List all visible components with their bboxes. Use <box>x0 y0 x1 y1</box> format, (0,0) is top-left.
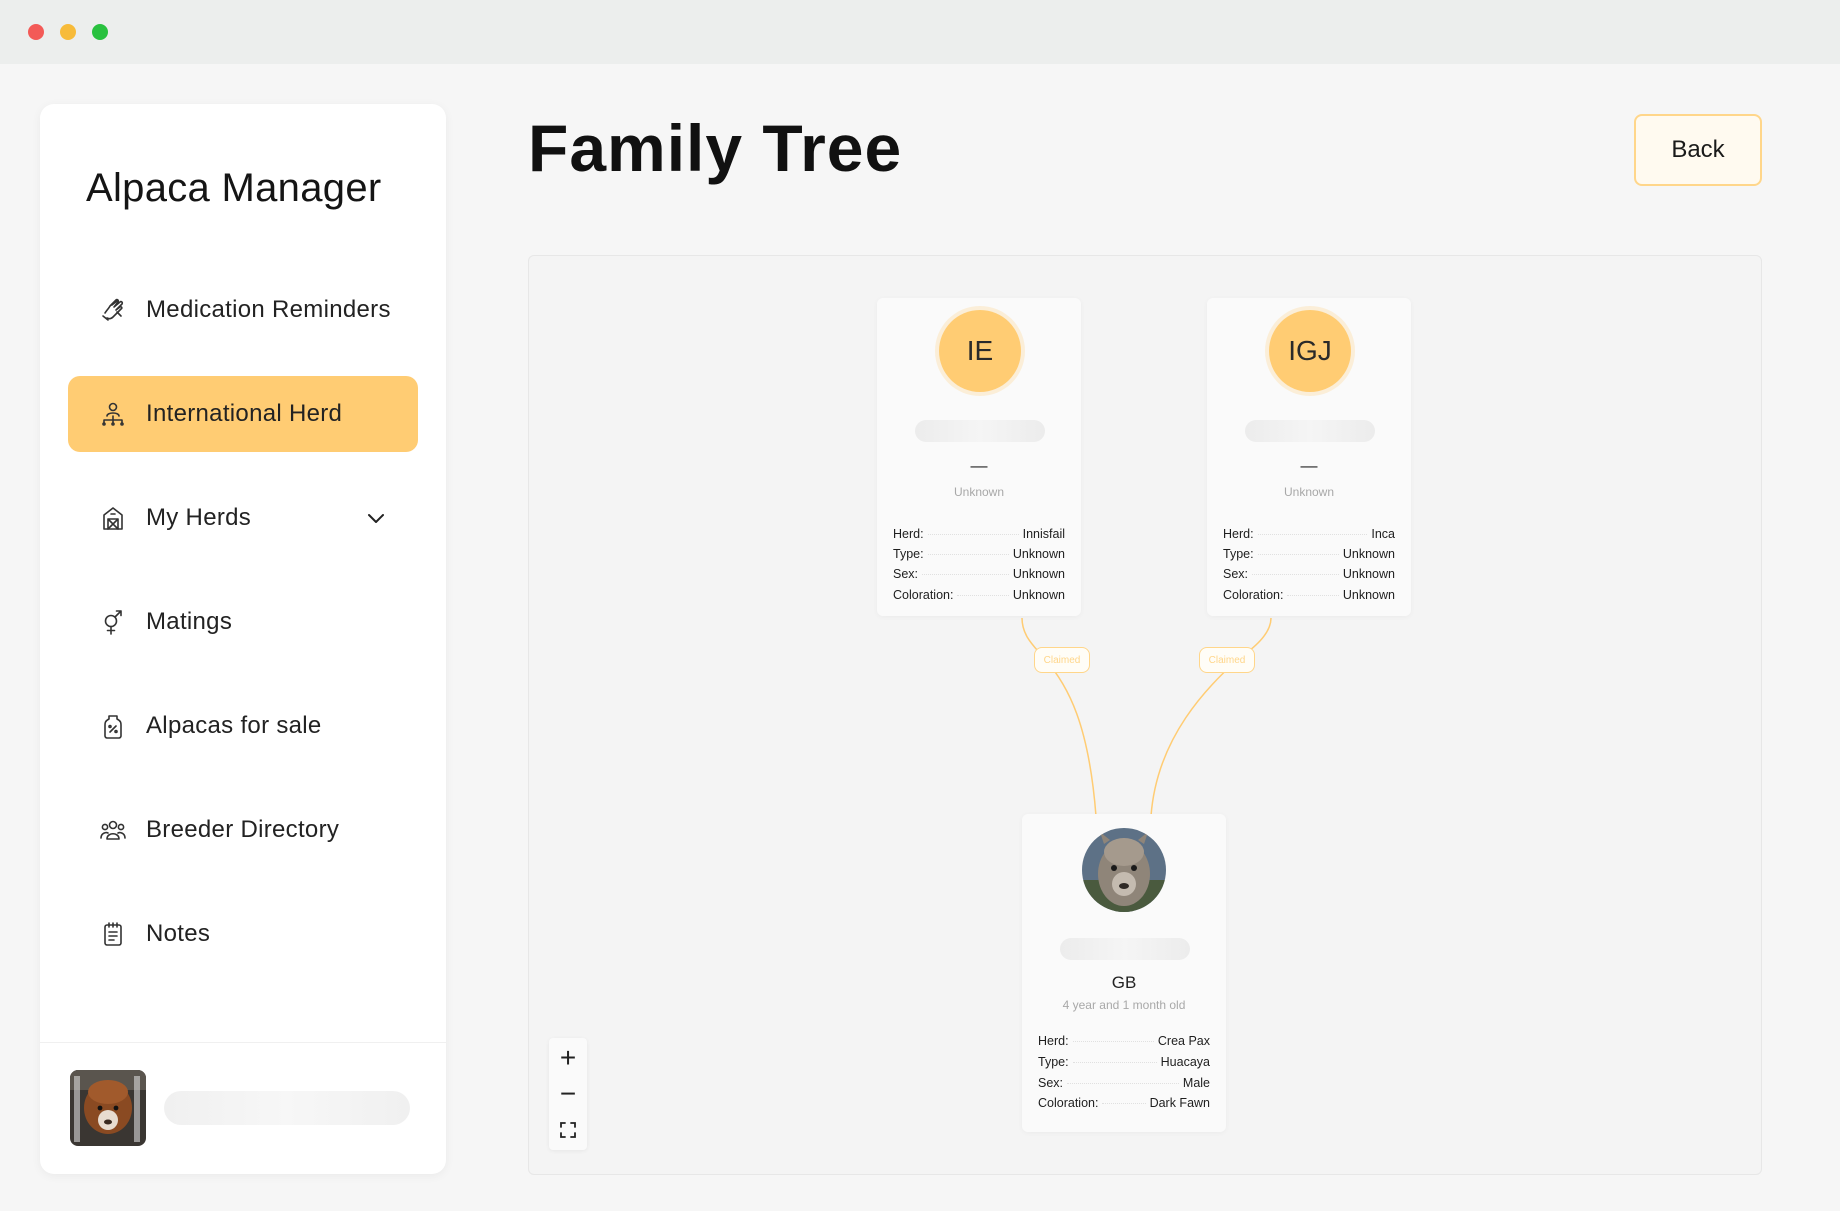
child-type-row: Type: Huacaya <box>1038 1055 1210 1069</box>
sire-coloration-row: Coloration: Unknown <box>893 588 1065 602</box>
sidebar-item-my-herds[interactable]: My Herds <box>68 480 418 556</box>
sire-name: — <box>970 456 988 475</box>
dam-type-row: Type: Unknown <box>1223 547 1395 561</box>
fit-view-button[interactable] <box>549 1112 587 1148</box>
sire-herd-row: Herd: Innisfail <box>893 527 1065 541</box>
sire-card[interactable]: IE — Unknown Herd: Innisfail Type: Unknown… <box>877 298 1081 616</box>
sidebar-item-label: Breeder Directory <box>146 816 340 843</box>
dam-name-placeholder <box>1245 420 1375 442</box>
child-coloration-row: Coloration: Dark Fawn <box>1038 1096 1210 1110</box>
barn-icon <box>98 503 128 533</box>
dam-claimed-badge[interactable]: Claimed <box>1199 647 1255 673</box>
zoom-in-button[interactable]: + <box>549 1040 587 1076</box>
child-name-placeholder <box>1060 938 1190 960</box>
dam-herd-row: Herd: Inca <box>1223 527 1395 541</box>
child-sex-row: Sex: Male <box>1038 1076 1210 1090</box>
sidebar-item-notes[interactable]: Notes <box>68 896 418 972</box>
window-minimize-button[interactable] <box>60 24 76 40</box>
dam-sex-row: Sex: Unknown <box>1223 567 1395 581</box>
sire-initials-avatar: IE <box>939 310 1021 392</box>
herd-network-icon <box>98 399 128 429</box>
sidebar-item-label: Medication Reminders <box>146 296 391 323</box>
people-group-icon <box>98 815 128 845</box>
window-maximize-button[interactable] <box>92 24 108 40</box>
sidebar-item-label: My Herds <box>146 504 252 531</box>
back-button[interactable]: Back <box>1634 114 1762 186</box>
app-title: Alpaca Manager <box>86 166 382 210</box>
dam-card[interactable]: IGJ — Unknown Herd: Inca Type: Unknown Sex… <box>1207 298 1411 616</box>
window-close-button[interactable] <box>28 24 44 40</box>
sire-type-row: Type: Unknown <box>893 547 1065 561</box>
sidebar-item-medication-reminders[interactable]: Medication Reminders <box>68 272 418 348</box>
page-title: Family Tree <box>528 111 903 185</box>
sidebar-item-label: International Herd <box>146 400 343 427</box>
sire-sex-row: Sex: Unknown <box>893 567 1065 581</box>
child-name: GB <box>1111 973 1137 992</box>
sire-name-placeholder <box>915 420 1045 442</box>
price-tag-icon <box>98 711 128 741</box>
dam-initials-avatar: IGJ <box>1269 310 1351 392</box>
chevron-down-icon[interactable] <box>364 506 388 530</box>
fullscreen-icon <box>560 1122 576 1138</box>
sidebar: Alpaca Manager Medication Reminders Inte… <box>40 104 446 1174</box>
window-titlebar <box>0 0 1840 64</box>
child-photo-avatar <box>1082 828 1166 912</box>
child-card[interactable]: GB 4 year and 1 month old Herd: Crea Pax … <box>1022 814 1226 1132</box>
zoom-out-button[interactable]: − <box>549 1076 587 1112</box>
user-name-placeholder <box>164 1091 410 1125</box>
sidebar-item-international-herd[interactable]: International Herd <box>68 376 418 452</box>
sidebar-item-label: Alpacas for sale <box>146 712 322 739</box>
sidebar-divider <box>40 1042 446 1043</box>
sidebar-item-label: Notes <box>146 920 211 947</box>
sidebar-item-breeder-directory[interactable]: Breeder Directory <box>68 792 418 868</box>
family-tree-canvas[interactable]: IE — Unknown Herd: Innisfail Type: Unknown… <box>528 255 1762 1175</box>
notes-icon <box>98 919 128 949</box>
dam-coloration-row: Coloration: Unknown <box>1223 588 1395 602</box>
sidebar-item-alpacas-for-sale[interactable]: Alpacas for sale <box>68 688 418 764</box>
sidebar-item-matings[interactable]: Matings <box>68 584 418 660</box>
zoom-controls: + − <box>549 1038 587 1150</box>
dam-age: Unknown <box>1283 485 1335 499</box>
child-herd-row: Herd: Crea Pax <box>1038 1034 1210 1048</box>
gender-icon <box>98 607 128 637</box>
user-avatar[interactable] <box>70 1070 146 1146</box>
sidebar-item-label: Matings <box>146 608 233 635</box>
medication-hand-icon <box>98 295 128 325</box>
dam-name: — <box>1300 456 1318 475</box>
child-age: 4 year and 1 month old <box>1062 998 1186 1012</box>
sire-claimed-badge[interactable]: Claimed <box>1034 647 1090 673</box>
sire-age: Unknown <box>953 485 1005 499</box>
